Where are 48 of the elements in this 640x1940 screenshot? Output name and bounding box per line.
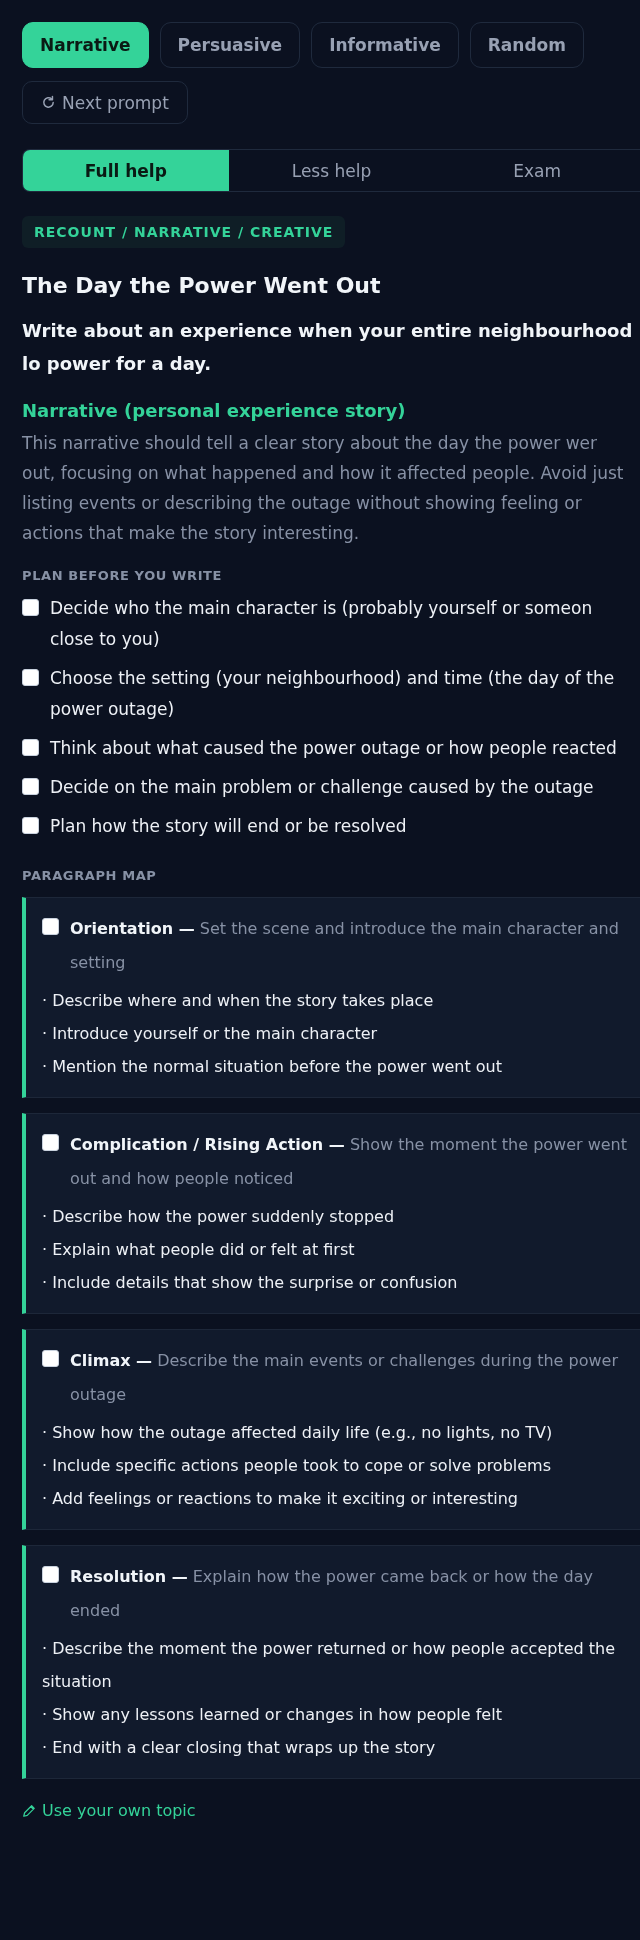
plan-item-text: Decide who the main character is (probably yourself or someon close to you) [50,597,594,651]
checkbox[interactable] [42,1134,59,1151]
section-heading: Orientation — Set the scene and introduce the main character and setting [70,918,620,974]
refresh-icon [41,95,56,110]
section-label: PLAN BEFORE YOU WRITE [22,568,224,583]
bullet-point: · Mention the normal situation before the power went out [42,1056,503,1078]
bullet-point: · Explain what people did or felt at first [42,1239,356,1261]
help-mode-tab[interactable]: Full help [23,150,229,191]
plan-item-text: Decide on the main problem or challenge caused by the outage [50,776,594,799]
checkbox[interactable] [42,918,59,935]
bullet-point: · Describe where and when the story takes place [42,990,435,1012]
type-tab[interactable]: Persuasive [159,22,301,68]
bullet-point: · Include details that show the surprise or confusion [42,1272,459,1294]
bullet-point: · Show any lessons learned or changes in how people felt [42,1704,503,1726]
checkbox[interactable] [22,817,39,834]
plan-item-text: Choose the setting (your neighbourhood) and time (the day of the power outage) [50,667,616,721]
next-prompt-button[interactable]: Next prompt [22,81,188,124]
bullet-point: · Introduce yourself or the main character [42,1023,379,1045]
plan-item-text: Think about what caused the power outage or how people reacted [50,737,617,760]
own-topic-link[interactable]: Use your own topic [22,1801,196,1820]
bullet-point: · Include specific actions people took to cope or solve problems [42,1455,552,1477]
type-tab[interactable]: Narrative [22,22,149,68]
section-heading: Climax — Describe the main events or challenges during the power outage [70,1350,619,1406]
help-mode-tab[interactable]: Exam [434,150,640,191]
plan-item-text: Plan how the story will end or be resolved [50,815,407,838]
section-label: PARAGRAPH MAP [22,868,158,883]
help-mode-tab[interactable]: Less help [228,150,435,191]
type-tab[interactable]: Random [469,22,584,68]
pencil-icon [22,1803,36,1818]
checkbox[interactable] [42,1350,59,1367]
checkbox[interactable] [22,778,39,795]
section-heading: Resolution — Explain how the power came back or how the day ended [70,1566,594,1622]
prompt-title: The Day the Power Went Out [22,272,382,300]
type-tab[interactable]: Informative [311,22,459,68]
checkbox[interactable] [22,599,39,616]
category-tag: RECOUNT / NARRATIVE / CREATIVE [22,216,346,248]
section-heading: Complication / Rising Action — Show the moment the power went out and how people noticed [70,1134,628,1190]
prompt-question: Write about an experience when your entire neighbourhood lo power for a day. [22,319,634,376]
bullet-point: · Show how the outage affected daily life (e.g., no lights, no TV) [42,1422,554,1444]
bullet-point: · Add feelings or reactions to make it exciting or interesting [42,1488,519,1510]
checkbox[interactable] [42,1566,59,1583]
checkbox[interactable] [22,669,39,686]
bullet-point: · End with a clear closing that wraps up the story [42,1737,437,1759]
bullet-point: · Describe how the power suddenly stopped [42,1206,396,1228]
genre-description: This narrative should tell a clear story about the day the power wer out, focusing on what happened and how it affected people. Avoid just listing events or describing the outage without showing feeling or actions that make the story interesting. [22,432,625,545]
checkbox[interactable] [22,739,39,756]
bullet-point: · Describe the moment the power returned or how people accepted the situation [42,1638,616,1693]
genre-heading: Narrative (personal experience story) [22,399,407,423]
